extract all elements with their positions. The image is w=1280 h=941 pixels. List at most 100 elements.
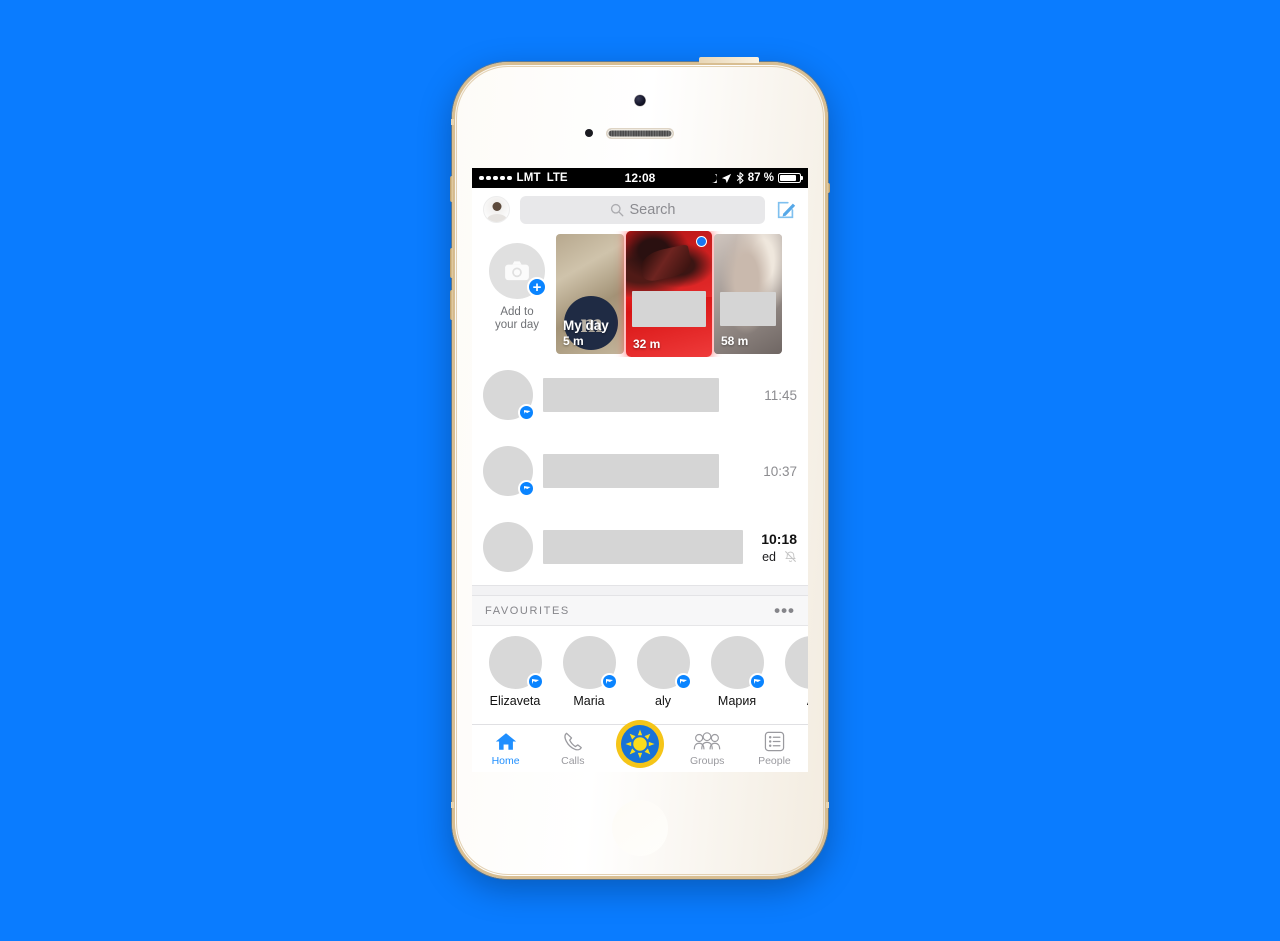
search-input[interactable]: Search (520, 195, 765, 224)
story-label: My day (563, 318, 609, 333)
story-card-third[interactable]: 58 m (714, 234, 782, 354)
chat-status-label: ed (762, 549, 776, 564)
add-to-your-day-button[interactable]: + Add to your day (480, 231, 554, 332)
location-arrow-icon (721, 173, 731, 183)
unread-dot-badge (696, 236, 707, 247)
volume-up-button[interactable] (450, 248, 454, 278)
mute-switch[interactable] (450, 176, 454, 202)
tab-label: Groups (689, 754, 725, 767)
avatar[interactable] (483, 446, 535, 497)
favourites-title: FAVOURITES (485, 604, 570, 617)
antenna-line-right (826, 802, 829, 808)
favourite-name: Мария (717, 694, 757, 708)
favourites-list[interactable]: Elizaveta Maria aly Мария (472, 626, 808, 708)
messenger-badge-icon (526, 673, 544, 690)
status-bar: LMT LTE 12:08 87 % (472, 168, 808, 188)
search-placeholder-label: Search (629, 201, 676, 218)
sun-glyph-icon (625, 729, 655, 759)
chat-meta: 10:18 ed (753, 531, 797, 564)
battery-percent-label: 87 % (747, 172, 774, 184)
phone-screen: LMT LTE 12:08 87 % Search + Add to your … (472, 168, 808, 772)
favourite-name: aly (655, 694, 671, 708)
list-item[interactable]: Мария (706, 636, 768, 708)
redacted-name-block (632, 291, 706, 327)
power-button[interactable] (826, 183, 830, 193)
stories-row[interactable]: + Add to your day m My day 5 m 32 m 58 m (472, 231, 808, 357)
story-timestamp: 32 m (633, 337, 661, 351)
messenger-badge-icon (600, 673, 618, 690)
antenna-band-top (699, 57, 759, 63)
people-list-icon (764, 731, 785, 753)
avatar (488, 636, 544, 690)
add-story-label-line1: Add to (500, 306, 534, 318)
list-item[interactable]: A (780, 636, 808, 708)
favourite-name: Maria (573, 694, 605, 708)
favourite-name: Elizaveta (489, 694, 541, 708)
redacted-message-block (543, 454, 719, 488)
chat-timestamp: 11:45 (764, 387, 797, 403)
antenna-line-left-lower (451, 802, 454, 808)
redacted-message-block (543, 378, 719, 412)
chat-content (543, 522, 743, 572)
chat-meta: 11:45 (753, 388, 797, 403)
cursor-disc (621, 725, 659, 763)
home-icon (494, 731, 518, 753)
chat-timestamp: 10:18 (761, 530, 797, 547)
list-item[interactable]: Elizaveta (484, 636, 546, 708)
chat-content (543, 370, 743, 420)
groups-icon (693, 731, 721, 753)
messenger-badge-icon (518, 480, 535, 497)
story-timestamp: 5 m (563, 334, 584, 348)
compose-icon (777, 201, 796, 218)
chat-content (543, 446, 743, 496)
status-bar-left: LMT LTE (479, 172, 568, 184)
tab-home[interactable]: Home (472, 725, 539, 772)
tab-people[interactable]: People (741, 725, 808, 772)
home-button[interactable] (610, 798, 670, 858)
table-row[interactable]: 10:18 ed (472, 509, 808, 585)
status-bar-clock: 12:08 (624, 171, 656, 185)
chat-meta: 10:37 (753, 464, 797, 479)
avatar (562, 636, 618, 690)
favourites-more-button[interactable]: ••• (774, 602, 795, 619)
chat-timestamp: 10:37 (763, 463, 797, 479)
redacted-name-block (720, 292, 776, 326)
antenna-line-left (451, 119, 454, 125)
avatar[interactable] (483, 522, 533, 572)
add-story-plus-badge[interactable]: + (527, 277, 547, 297)
chat-status-row: ed (762, 550, 797, 564)
avatar (784, 636, 808, 689)
table-row[interactable]: 11:45 (472, 357, 808, 433)
avatar[interactable] (483, 370, 535, 421)
avatar (710, 636, 766, 690)
search-icon (610, 203, 623, 216)
add-story-label: Add to your day (495, 306, 539, 332)
avatar[interactable] (483, 196, 510, 223)
bluetooth-icon (736, 172, 744, 184)
phone-icon (562, 731, 584, 753)
app-header: Search (472, 188, 808, 231)
volume-down-button[interactable] (450, 290, 454, 320)
list-item[interactable]: aly (632, 636, 694, 708)
proximity-sensor-icon (585, 129, 593, 137)
tab-label: Calls (561, 754, 585, 767)
phone-device: LMT LTE 12:08 87 % Search + Add to your … (450, 57, 830, 879)
story-timestamp: 58 m (721, 334, 749, 348)
story-card-unread[interactable]: 32 m (626, 231, 712, 357)
moon-icon (707, 173, 717, 183)
story-card-my-day[interactable]: m My day 5 m (556, 234, 624, 354)
avatar (636, 636, 692, 690)
table-row[interactable]: 10:37 (472, 433, 808, 509)
add-story-label-line2: your day (494, 319, 540, 331)
messenger-badge-icon (518, 404, 535, 421)
sun-cursor-icon (616, 720, 664, 768)
tab-groups[interactable]: Groups (674, 725, 741, 772)
redacted-message-block (543, 530, 743, 564)
list-item[interactable]: Maria (558, 636, 620, 708)
tab-calls[interactable]: Calls (539, 725, 606, 772)
signal-strength-icon (479, 175, 512, 181)
chat-list: 11:45 10:37 10:18 ed (472, 357, 808, 585)
front-camera-icon (634, 95, 646, 106)
compose-button[interactable] (775, 199, 797, 221)
mute-bell-icon (785, 551, 796, 562)
